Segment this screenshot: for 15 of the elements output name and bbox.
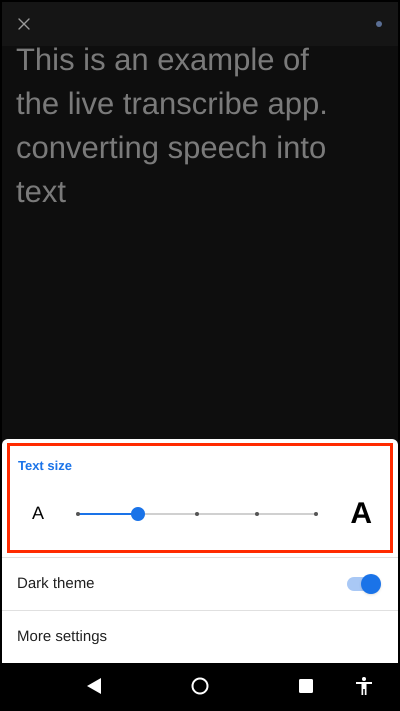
setting-label[interactable]: More settings xyxy=(17,626,108,648)
accessibility-icon[interactable] xyxy=(356,677,372,695)
transcript-line: This is an example of xyxy=(16,41,310,79)
dark-theme-switch[interactable] xyxy=(347,574,381,594)
transcript-line: converting speech into xyxy=(16,129,328,167)
small-text-label: A xyxy=(31,502,46,525)
back-icon[interactable] xyxy=(87,678,101,694)
large-text-label: A xyxy=(350,496,373,532)
text-size-title: Text size xyxy=(18,456,73,474)
home-icon[interactable] xyxy=(191,677,209,695)
transcript-line: the live transcribe app. xyxy=(16,85,329,123)
setting-label[interactable]: Dark theme xyxy=(17,572,95,596)
transcript-line: text xyxy=(16,173,67,211)
text-size-slider[interactable] xyxy=(78,506,316,520)
slider-thumb[interactable] xyxy=(130,506,144,520)
